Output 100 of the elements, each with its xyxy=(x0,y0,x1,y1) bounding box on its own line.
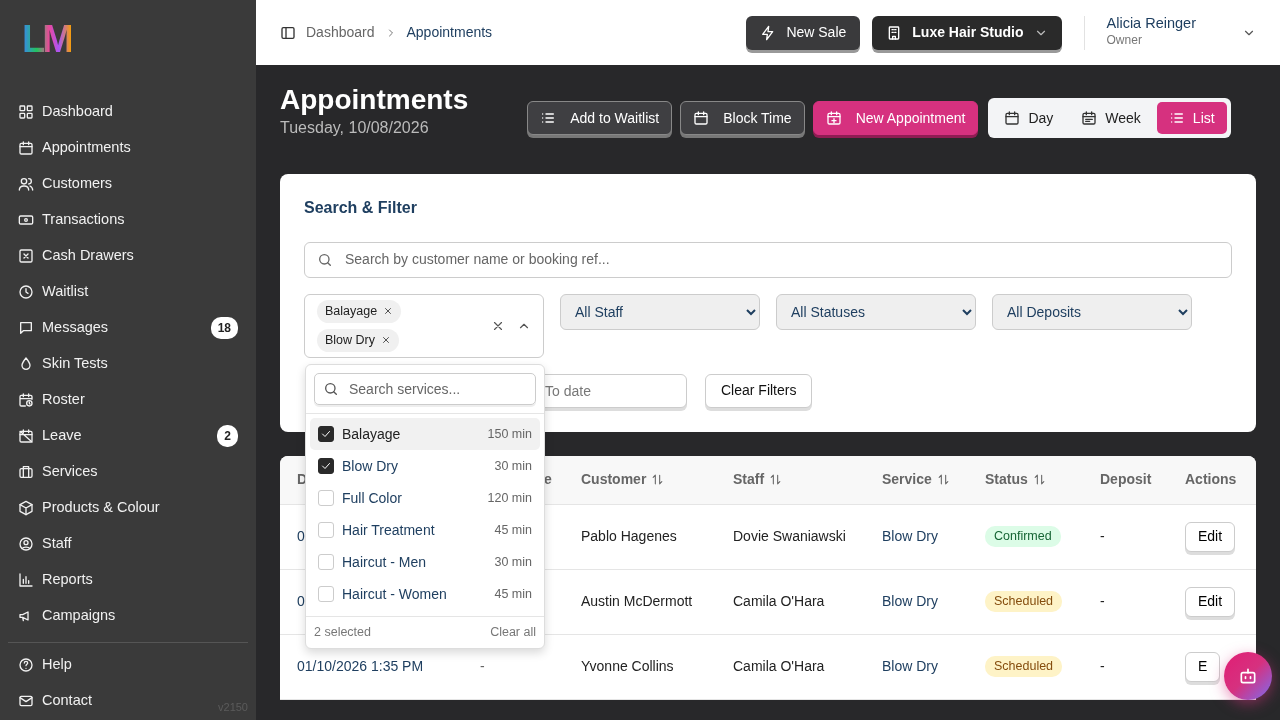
column-header: e xyxy=(544,470,552,490)
status-badge: Scheduled xyxy=(985,656,1063,678)
sort-icon xyxy=(1032,473,1046,487)
filter-chip: Blow Dry xyxy=(317,328,399,352)
edit-button[interactable]: Edit xyxy=(1185,586,1236,617)
duration-label: 45 min xyxy=(494,521,532,539)
service-option[interactable]: Balayage 150 min xyxy=(310,418,540,450)
list-icon xyxy=(540,110,557,126)
search-input[interactable]: Search by customer name or booking ref... xyxy=(343,248,1219,272)
calendar-week-icon xyxy=(1081,110,1098,126)
deposit-cell-text: - xyxy=(1100,527,1106,547)
close-icon[interactable] xyxy=(383,306,394,317)
search-input[interactable]: Search services... xyxy=(347,377,527,401)
sidebar-item[interactable]: Reports xyxy=(8,562,248,598)
briefcase-icon xyxy=(18,464,34,480)
sidebar-item[interactable]: Help xyxy=(8,647,208,683)
service-multiselect[interactable]: Balayage Blow Dry xyxy=(304,293,544,358)
service-option[interactable]: Haircut - Men 30 min xyxy=(310,546,540,578)
view-tab[interactable]: Day xyxy=(992,102,1066,134)
column-header[interactable]: Service xyxy=(882,469,932,491)
sidebar-item[interactable]: Staff xyxy=(8,526,248,562)
filter-select[interactable]: All Deposits xyxy=(992,293,1192,330)
column-header: Actions xyxy=(1185,470,1238,490)
breadcrumb-current: Appointments xyxy=(406,23,493,42)
sidebar-item[interactable]: Roster xyxy=(8,382,248,418)
action-button[interactable]: New Appointment xyxy=(812,101,979,135)
sidebar-toggle-icon[interactable] xyxy=(280,24,296,41)
clock-icon xyxy=(18,284,34,300)
duration-label: 45 min xyxy=(494,585,532,603)
list-icon xyxy=(1168,110,1185,126)
sidebar-item[interactable]: Customers xyxy=(8,166,248,202)
user-name: Alicia Reinger xyxy=(1106,15,1196,32)
service-link[interactable]: Blow Dry xyxy=(882,656,985,678)
column-header[interactable]: Customer xyxy=(581,469,647,491)
action-button[interactable]: Block Time xyxy=(680,101,805,135)
clear-all-link[interactable]: Clear all xyxy=(490,623,536,642)
droplet-icon xyxy=(18,356,34,372)
calendar-off-icon xyxy=(18,428,34,444)
sort-icon xyxy=(769,473,783,487)
service-option[interactable]: Full Color 120 min xyxy=(310,482,540,514)
duration-label: 30 min xyxy=(494,553,532,571)
duration-label: 120 min xyxy=(487,489,532,507)
sidebar-item[interactable]: Campaigns xyxy=(8,598,248,634)
sidebar-item[interactable]: Dashboard xyxy=(8,94,248,130)
duration-label: 30 min xyxy=(494,457,532,475)
action-button[interactable]: Add to Waitlist xyxy=(527,101,673,135)
customer-name: Austin McDermott xyxy=(581,592,694,612)
service-link[interactable]: Blow Dry xyxy=(882,591,985,613)
mail-icon xyxy=(18,693,34,709)
message-icon xyxy=(18,320,34,336)
column-header[interactable]: Status xyxy=(985,469,1028,491)
calendar-clock-icon xyxy=(18,392,34,408)
view-tab[interactable]: Week xyxy=(1069,102,1153,134)
status-badge: Confirmed xyxy=(985,526,1061,548)
check-icon xyxy=(320,428,332,440)
close-icon[interactable] xyxy=(381,335,391,346)
search-field[interactable]: Search services... xyxy=(314,373,536,405)
service-option[interactable]: Haircut - Women 45 min xyxy=(310,578,540,610)
service-option[interactable]: Hair Treatment 45 min xyxy=(310,514,540,546)
edit-button[interactable]: Edit xyxy=(1185,521,1236,552)
column-header[interactable]: Staff xyxy=(733,469,765,491)
sidebar-item[interactable]: Products & Colour xyxy=(8,490,248,526)
customer-name: Yvonne Collins xyxy=(581,657,675,677)
sidebar-item[interactable]: Cash Drawers xyxy=(8,238,248,274)
customer-name: Pablo Hagenes xyxy=(581,527,678,547)
filter-chip: Balayage xyxy=(317,300,402,323)
breadcrumb-link[interactable]: Dashboard xyxy=(306,22,375,43)
checkbox[interactable] xyxy=(318,458,334,474)
service-link[interactable]: Blow Dry xyxy=(882,526,985,548)
edit-button[interactable]: E xyxy=(1185,651,1221,682)
staff-name: Camila O'Hara xyxy=(733,592,826,612)
sidebar-item[interactable]: Transactions xyxy=(8,202,248,238)
sidebar-item[interactable]: Services xyxy=(8,454,248,490)
appointment-date-link[interactable]: 01/10/2026 1:35 PM xyxy=(297,656,480,678)
sidebar-item[interactable]: Skin Tests xyxy=(8,346,248,382)
duration-label: 150 min xyxy=(487,425,532,443)
service-option[interactable]: Blow Dry 30 min xyxy=(310,450,540,482)
sidebar-item[interactable]: Contact xyxy=(8,683,208,719)
calendar-plus-icon xyxy=(825,110,842,126)
page-title: Appointments xyxy=(280,85,469,116)
column-header: Deposit xyxy=(1100,470,1153,490)
table-cell-text: - xyxy=(480,657,486,677)
search-icon xyxy=(323,381,339,397)
search-field[interactable]: Search by customer name or booking ref... xyxy=(304,241,1232,278)
sidebar-item[interactable]: Waitlist xyxy=(8,274,248,310)
clear-filters-button[interactable]: Clear Filters xyxy=(705,373,813,408)
staff-name: Dovie Swaniawski xyxy=(733,527,847,547)
new-sale-button[interactable]: New Sale xyxy=(746,15,861,50)
studio-selector[interactable]: Luxe Hair Studio xyxy=(872,15,1062,50)
sidebar-item[interactable]: Appointments xyxy=(8,130,248,166)
view-tab[interactable]: List xyxy=(1156,102,1227,134)
sort-icon xyxy=(936,473,950,487)
checkbox[interactable] xyxy=(318,426,334,442)
selection-count: 2 selected xyxy=(314,624,371,642)
filter-select[interactable]: All Statuses xyxy=(776,293,976,330)
sidebar-item[interactable]: Messages 18 xyxy=(8,310,248,346)
sidebar-item[interactable]: Leave 2 xyxy=(8,418,248,454)
count-badge: 18 xyxy=(210,317,238,339)
filter-select[interactable]: All Staff xyxy=(560,293,760,330)
calendar-icon xyxy=(693,110,710,126)
